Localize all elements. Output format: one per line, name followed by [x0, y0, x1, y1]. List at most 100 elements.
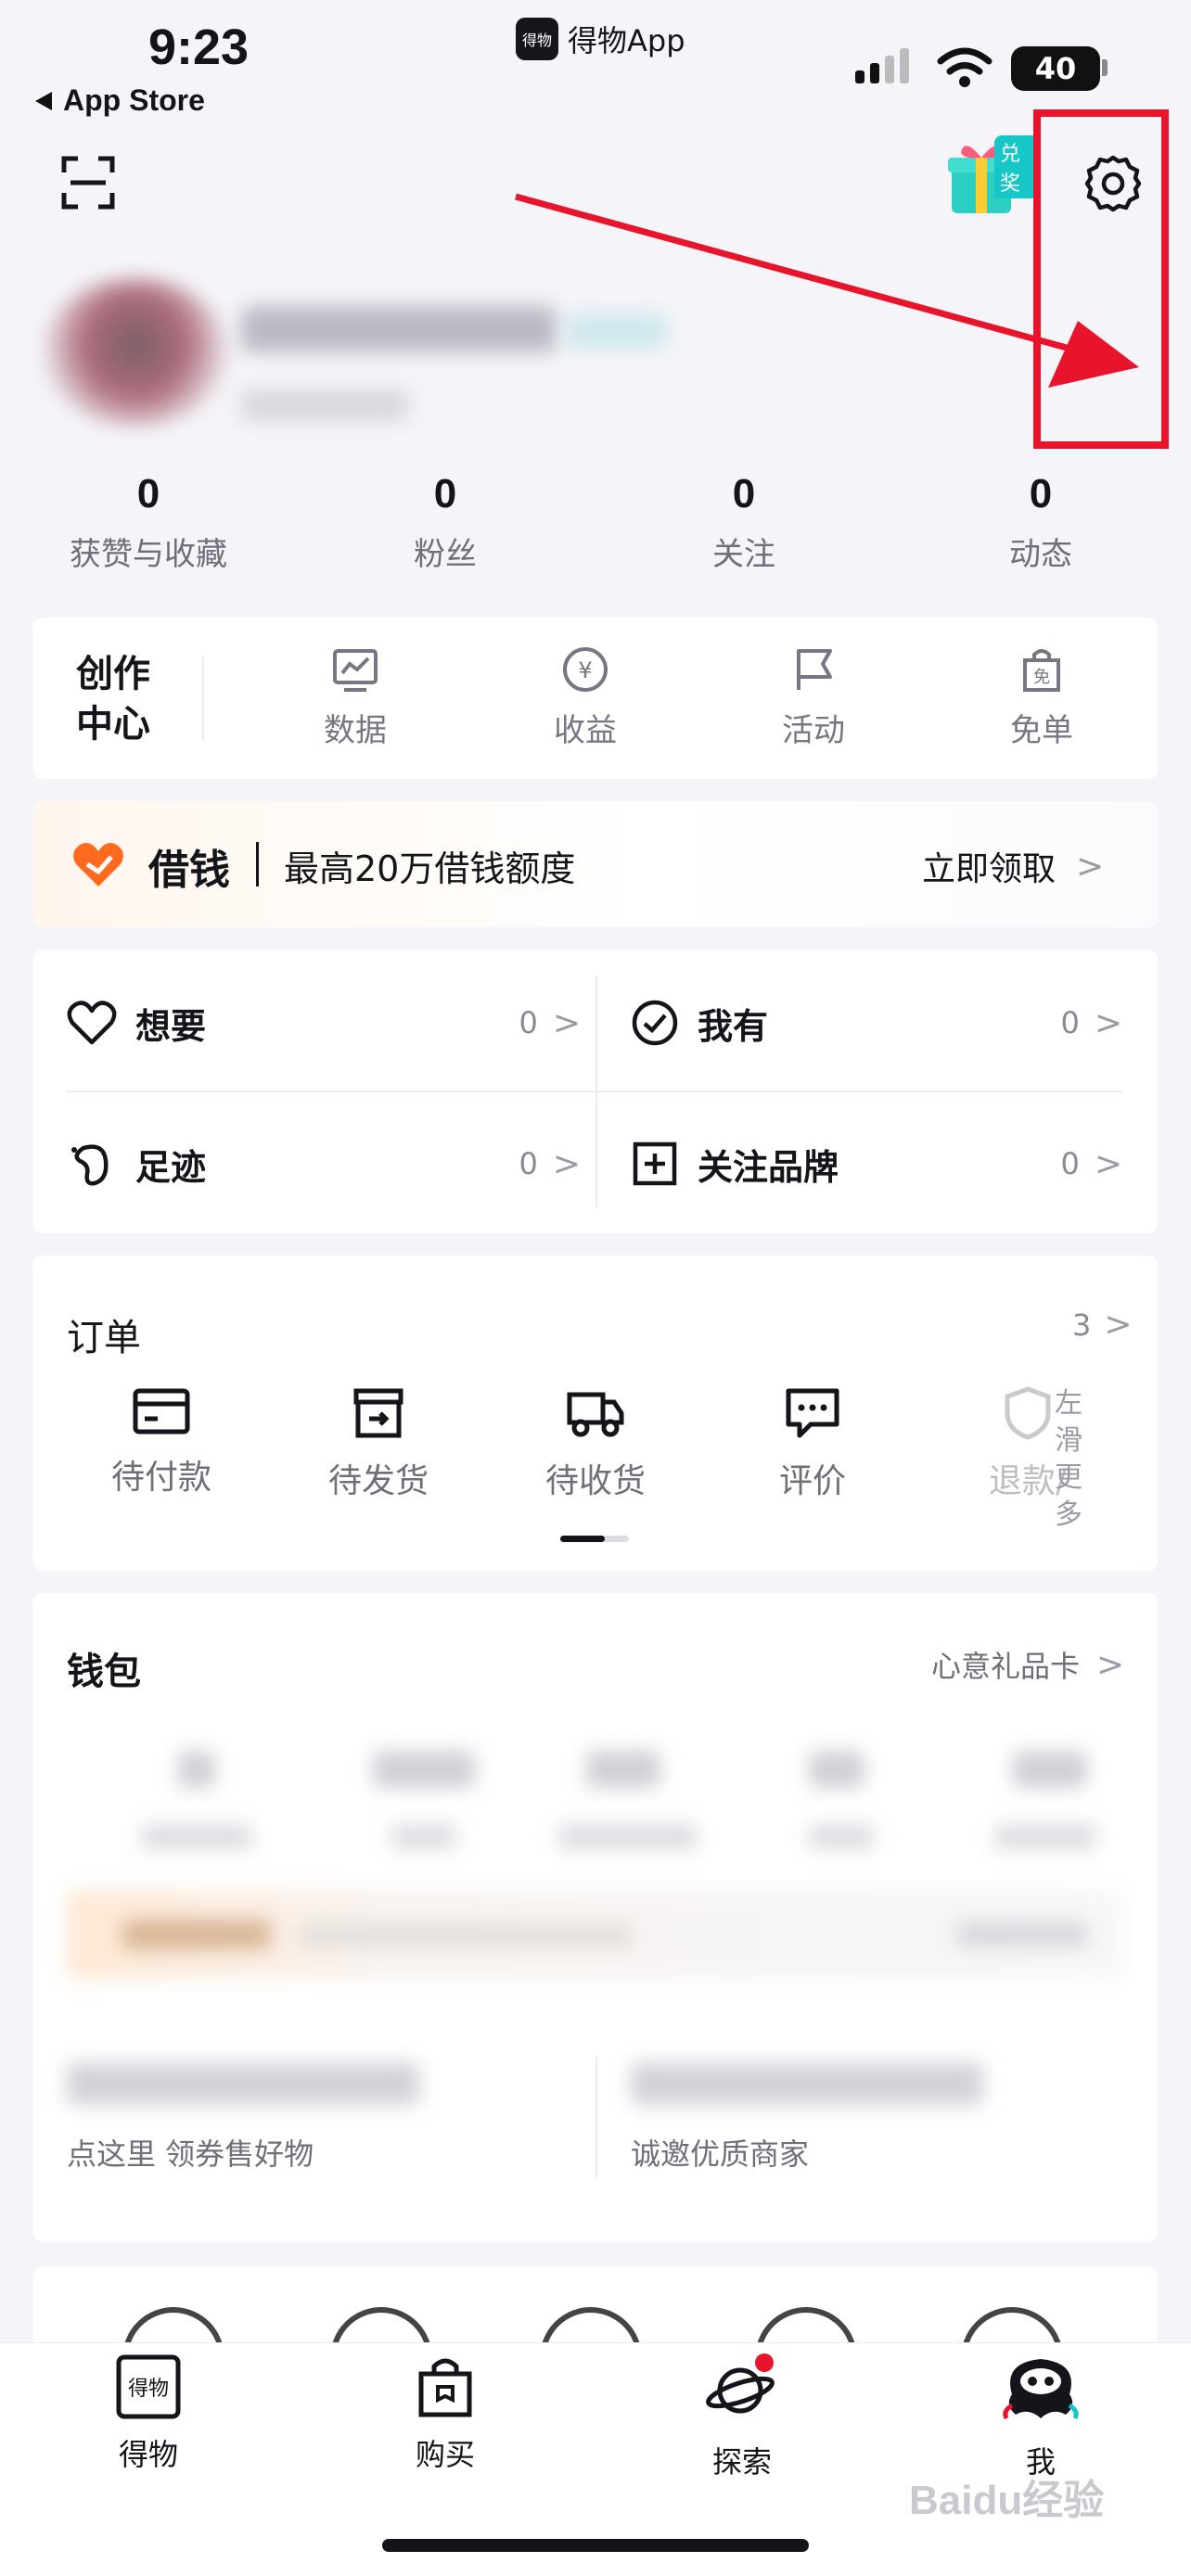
- tab-label: 探索: [711, 2444, 772, 2480]
- scroll-indicator: [560, 1536, 629, 1542]
- stat-value: 0: [732, 471, 756, 516]
- collection-label: 关注品牌: [698, 1146, 839, 1188]
- order-label: 待收货: [544, 1462, 646, 1500]
- promo-text: 点这里 领券售好物: [67, 2136, 314, 2172]
- watermark: Baidu经验: [909, 2478, 1105, 2523]
- chevron-right-icon: >: [1104, 1306, 1133, 1344]
- creator-tool-data[interactable]: 数据: [276, 644, 434, 750]
- collection-want[interactable]: 想要 0 >: [67, 990, 581, 1055]
- order-refund[interactable]: 退款/: [935, 1385, 1121, 1502]
- creator-tool-label: 免单: [1010, 712, 1073, 749]
- chat-bubble-icon: [786, 1388, 839, 1438]
- user-id-blurred: [241, 389, 408, 421]
- order-pending-receipt[interactable]: 待收货: [503, 1385, 688, 1502]
- collection-count: 0: [519, 1146, 538, 1181]
- stat-likes[interactable]: 0 获赞与收藏: [28, 471, 269, 574]
- stat-value: 0: [1029, 471, 1053, 516]
- stat-following[interactable]: 0 关注: [623, 471, 864, 574]
- order-label: 评价: [778, 1462, 846, 1500]
- collection-owned[interactable]: 我有 0 >: [631, 990, 1122, 1055]
- avatar[interactable]: [43, 278, 228, 427]
- promo-seller-coupon[interactable]: 点这里 领券售好物: [67, 2029, 577, 2187]
- planet-icon: [706, 2353, 775, 2414]
- box-out-icon: [353, 1388, 403, 1438]
- divider: [596, 2057, 597, 2177]
- orders-card: 订单 3 > 待付款 待发货 待收货 评价 退款/ 左 滑 更 多: [33, 1256, 1158, 1571]
- creator-center-card: 创作 中心 数据 ¥ 收益 活动 免 免单: [33, 618, 1158, 779]
- tab-explore[interactable]: 探索: [649, 2353, 835, 2481]
- chevron-right-icon: >: [1094, 1144, 1122, 1183]
- order-label: 待付款: [110, 1459, 211, 1497]
- shopping-bag-icon: [418, 2358, 472, 2417]
- stat-label: 关注: [712, 536, 775, 573]
- loan-text: 最高20万借钱额度: [284, 848, 576, 889]
- creator-tool-label: 数据: [324, 712, 387, 749]
- promo-merchant-invite[interactable]: 诚邀优质商家: [631, 2029, 1132, 2187]
- footprint-icon: [71, 1144, 109, 1186]
- chevron-right-icon: >: [552, 1144, 581, 1183]
- collections-card: 想要 0 > 我有 0 > 足迹 0 > 关注品牌 0 >: [33, 950, 1158, 1233]
- divider: [256, 842, 259, 886]
- swipe-more-hint: 左 滑 更 多: [1055, 1387, 1082, 1531]
- collection-count: 0: [1060, 1005, 1080, 1040]
- loan-banner[interactable]: 借钱 最高20万借钱额度 立即领取 >: [33, 801, 1158, 927]
- dewu-logo-icon: 得物: [116, 2354, 181, 2419]
- tab-me[interactable]: 我: [948, 2353, 1133, 2481]
- tab-label: 得物: [118, 2437, 178, 2472]
- wallet-banner-blurred: [67, 1890, 1124, 1979]
- user-tag-blurred: [566, 313, 668, 349]
- chevron-right-icon: >: [552, 1003, 581, 1042]
- creator-center-title[interactable]: 创作 中心: [76, 649, 150, 749]
- yuan-coin-icon: ¥: [563, 647, 608, 692]
- creator-tool-earnings[interactable]: ¥ 收益: [506, 644, 664, 750]
- orders-all-link[interactable]: 3 >: [1072, 1306, 1133, 1344]
- tab-label: 购买: [415, 2437, 475, 2472]
- gift-card-link[interactable]: 心意礼品卡 >: [931, 1643, 1124, 1686]
- stat-posts[interactable]: 0 动态: [920, 471, 1161, 574]
- svg-text:¥: ¥: [578, 657, 592, 683]
- loan-action[interactable]: 立即领取 >: [922, 842, 1104, 890]
- collection-label: 想要: [135, 1005, 207, 1047]
- stat-label: 粉丝: [414, 536, 477, 573]
- order-label: 待发货: [327, 1462, 429, 1500]
- chevron-right-icon: >: [1076, 847, 1105, 886]
- plus-square-icon: [633, 1141, 677, 1186]
- free-bag-icon: 免: [1023, 649, 1060, 692]
- divider: [202, 657, 204, 740]
- home-indicator: [382, 2539, 809, 2552]
- heart-outline-icon: [67, 1001, 117, 1045]
- promo-text: 诚邀优质商家: [631, 2136, 810, 2172]
- stat-value: 0: [433, 471, 457, 516]
- truck-icon: [567, 1392, 624, 1437]
- tab-dewu-home[interactable]: 得物 得物: [56, 2353, 241, 2474]
- collection-count: 0: [519, 1005, 538, 1040]
- orders-title: 订单: [67, 1317, 141, 1359]
- wallet-title: 钱包: [67, 1651, 141, 1693]
- creator-tool-label: 活动: [782, 712, 845, 749]
- collection-label: 足迹: [135, 1146, 207, 1188]
- username-blurred: [241, 306, 557, 352]
- shield-yuan-icon: [1005, 1386, 1051, 1440]
- loan-brand: 借钱: [148, 847, 230, 894]
- wallet-card: 钱包 心意礼品卡 > 点这里 领券售好物 诚邀优质商家: [33, 1593, 1158, 2242]
- me-avatar-icon: [1003, 2359, 1079, 2420]
- order-review[interactable]: 评价: [720, 1385, 905, 1502]
- divider: [67, 1090, 1122, 1092]
- tab-buy[interactable]: 购买: [352, 2353, 538, 2474]
- promo-title-blurred: [67, 2062, 419, 2105]
- collection-brands[interactable]: 关注品牌 0 >: [631, 1131, 1122, 1196]
- stat-label: 获赞与收藏: [70, 536, 227, 573]
- collection-footprint[interactable]: 足迹 0 >: [67, 1131, 581, 1196]
- loan-heart-icon: [73, 843, 123, 886]
- chevron-right-icon: >: [1096, 1645, 1125, 1684]
- check-circle-icon: [632, 1000, 678, 1046]
- flag-icon: [797, 649, 832, 690]
- creator-tool-free-order[interactable]: 免 免单: [963, 644, 1121, 750]
- svg-text:得物: 得物: [128, 2378, 169, 2401]
- card-icon: [133, 1388, 190, 1435]
- stat-fans[interactable]: 0 粉丝: [325, 471, 566, 574]
- order-pending-payment[interactable]: 待付款: [69, 1385, 254, 1498]
- settings-highlight-box: [1033, 109, 1169, 449]
- order-pending-shipment[interactable]: 待发货: [286, 1385, 471, 1502]
- creator-tool-events[interactable]: 活动: [735, 644, 892, 750]
